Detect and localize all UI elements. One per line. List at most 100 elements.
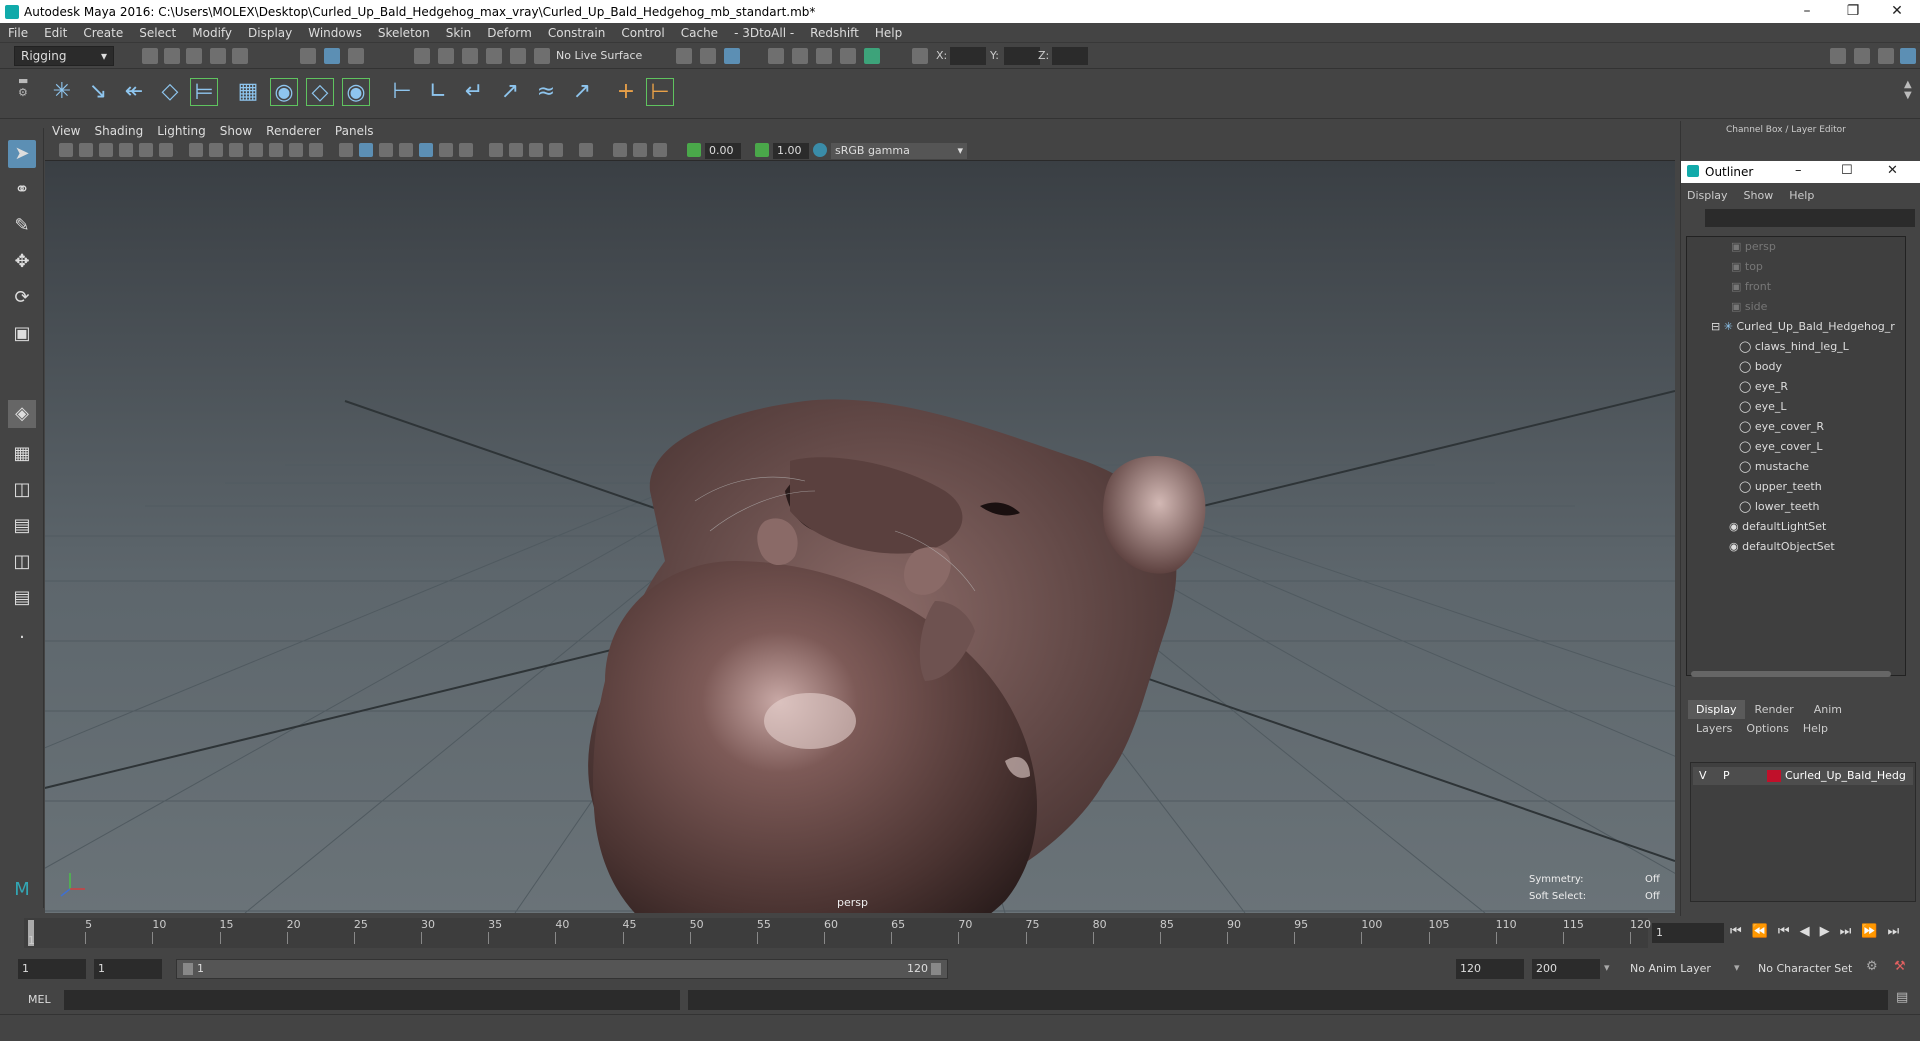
collapse-icon[interactable]: ⊟ bbox=[1711, 320, 1724, 333]
wireframe-on-shaded-icon[interactable] bbox=[379, 143, 393, 157]
outliner-item-eye-l[interactable]: ◯ eye_L bbox=[1739, 397, 1787, 417]
layer-menu-help[interactable]: Help bbox=[1803, 722, 1828, 735]
menu-select[interactable]: Select bbox=[131, 23, 184, 43]
range-handle-start[interactable] bbox=[183, 963, 193, 975]
outliner-item-top[interactable]: ▣ top bbox=[1731, 257, 1763, 277]
menu-windows[interactable]: Windows bbox=[300, 23, 370, 43]
isolate-select-icon[interactable] bbox=[579, 143, 593, 157]
parent-constraint-icon[interactable]: ≈ bbox=[532, 78, 560, 106]
z-field[interactable] bbox=[1052, 47, 1088, 65]
attribute-editor-icon[interactable] bbox=[1854, 48, 1870, 64]
step-forward-key-icon[interactable]: ⏩ bbox=[1861, 924, 1877, 939]
outliner-item-eye-cover-l[interactable]: ◯ eye_cover_L bbox=[1739, 437, 1823, 457]
outliner-maximize-button[interactable]: ☐ bbox=[1841, 163, 1853, 178]
current-frame-field[interactable]: 1 bbox=[1652, 923, 1724, 943]
menu-deform[interactable]: Deform bbox=[479, 23, 540, 43]
menu-edit[interactable]: Edit bbox=[36, 23, 75, 43]
mel-label[interactable]: MEL bbox=[28, 993, 51, 1006]
cluster-icon[interactable]: ◉ bbox=[270, 78, 298, 106]
new-scene-icon[interactable] bbox=[142, 48, 158, 64]
menu-cache[interactable]: Cache bbox=[673, 23, 726, 43]
outliner-menu-help[interactable]: Help bbox=[1789, 189, 1814, 202]
layer-visibility-toggle[interactable]: V bbox=[1699, 769, 1707, 782]
tool-settings-icon[interactable] bbox=[1878, 48, 1894, 64]
playback-start-field[interactable]: 1 bbox=[94, 959, 162, 979]
four-view-icon[interactable]: ▦ bbox=[8, 440, 36, 468]
hud-icon[interactable] bbox=[613, 143, 627, 157]
bind-skin-icon[interactable]: ⊨ bbox=[190, 78, 218, 106]
outliner-item-eye-r[interactable]: ◯ eye_R bbox=[1739, 377, 1788, 397]
vp-menu-lighting[interactable]: Lighting bbox=[150, 121, 213, 141]
outliner-menu-show[interactable]: Show bbox=[1744, 189, 1774, 202]
exposure-field[interactable]: 0.00 bbox=[705, 143, 741, 159]
shelf-menu-icon[interactable]: ▬ ⚙ bbox=[18, 75, 28, 99]
vp-menu-renderer[interactable]: Renderer bbox=[259, 121, 328, 141]
outliner-menu-display[interactable]: Display bbox=[1687, 189, 1728, 202]
chevron-down-icon[interactable]: ▾ bbox=[1734, 961, 1740, 974]
open-scene-icon[interactable] bbox=[164, 48, 180, 64]
color-space-dropdown[interactable]: sRGB gamma ▾ bbox=[831, 143, 967, 159]
character-key-icon[interactable]: ⚙ bbox=[1866, 959, 1878, 974]
frame-selected-icon[interactable] bbox=[653, 143, 667, 157]
wire-icon[interactable]: ◉ bbox=[342, 78, 370, 106]
menu-file[interactable]: File bbox=[0, 23, 36, 43]
outliner-horizontal-scrollbar[interactable] bbox=[1691, 671, 1891, 677]
two-view-icon[interactable]: ◫ bbox=[8, 476, 36, 504]
vp-menu-shading[interactable]: Shading bbox=[87, 121, 150, 141]
outliner-item-default-light-set[interactable]: ◉ defaultLightSet bbox=[1729, 517, 1826, 537]
menu-redshift[interactable]: Redshift bbox=[802, 23, 867, 43]
render-frame-icon[interactable] bbox=[792, 48, 808, 64]
play-backward-icon[interactable]: ◀ bbox=[1800, 924, 1810, 939]
gamma-field[interactable]: 1.00 bbox=[773, 143, 809, 159]
film-gate-icon[interactable] bbox=[209, 143, 223, 157]
close-button[interactable]: ✕ bbox=[1874, 0, 1920, 23]
render-settings-icon[interactable] bbox=[840, 48, 856, 64]
snap-view-icon[interactable] bbox=[486, 48, 502, 64]
time-slider[interactable]: 1 5 10 15 20 25 30 35 40 45 50 55 60 65 70 75 80 85 90 95 1… bbox=[0, 916, 1920, 950]
mirror-joint-icon[interactable]: ◇ bbox=[156, 78, 184, 106]
grid-toggle-icon[interactable] bbox=[189, 143, 203, 157]
camera-select-icon[interactable] bbox=[59, 143, 73, 157]
playback-end-field[interactable]: 120 bbox=[1456, 959, 1524, 979]
live-surface-label[interactable]: No Live Surface bbox=[556, 49, 642, 62]
select-hierarchy-icon[interactable] bbox=[300, 48, 316, 64]
chevron-down-icon[interactable]: ▾ bbox=[1604, 961, 1610, 974]
hypershade-layout-icon[interactable]: ▤ bbox=[8, 584, 36, 612]
layer-row[interactable]: V P Curled_Up_Bald_Hedg bbox=[1693, 767, 1913, 785]
frame-all-icon[interactable] bbox=[633, 143, 647, 157]
outliner-item-body[interactable]: ◯ body bbox=[1739, 357, 1782, 377]
ik-handle-icon[interactable]: ↘ bbox=[84, 78, 112, 106]
outliner-item-side[interactable]: ▣ side bbox=[1731, 297, 1767, 317]
outliner-item-lower-teeth[interactable]: ◯ lower_teeth bbox=[1739, 497, 1820, 517]
x-field[interactable] bbox=[950, 47, 986, 65]
range-bar[interactable]: 1 120 bbox=[176, 959, 948, 979]
use-lights-icon[interactable] bbox=[439, 143, 453, 157]
menu-display[interactable]: Display bbox=[240, 23, 300, 43]
outliner-item-claws[interactable]: ◯ claws_hind_leg_L bbox=[1739, 337, 1849, 357]
channel-box-icon[interactable] bbox=[1900, 48, 1916, 64]
menu-constrain[interactable]: Constrain bbox=[540, 23, 614, 43]
menu-3dtoall[interactable]: - 3DtoAll - bbox=[726, 23, 802, 43]
go-to-start-icon[interactable]: ⏮ bbox=[1730, 924, 1742, 939]
aim-constraint-icon[interactable]: ∟ bbox=[424, 78, 452, 106]
undo-icon[interactable] bbox=[210, 48, 226, 64]
shadows-icon[interactable] bbox=[459, 143, 473, 157]
paint-select-icon[interactable]: ✎ bbox=[8, 212, 36, 240]
range-end-field[interactable]: 200 bbox=[1532, 959, 1600, 979]
camera-attributes-icon[interactable] bbox=[79, 143, 93, 157]
menu-skin[interactable]: Skin bbox=[438, 23, 480, 43]
transform-mode-icon[interactable] bbox=[912, 48, 928, 64]
wireframe-icon[interactable] bbox=[339, 143, 353, 157]
tab-anim[interactable]: Anim bbox=[1804, 700, 1852, 719]
safe-title-icon[interactable] bbox=[309, 143, 323, 157]
grease-pencil-icon[interactable] bbox=[159, 143, 173, 157]
outliner-item-mustache[interactable]: ◯ mustache bbox=[1739, 457, 1809, 477]
outliner-minimize-button[interactable]: – bbox=[1795, 163, 1802, 178]
tab-display[interactable]: Display bbox=[1688, 699, 1745, 719]
bookmark-icon[interactable] bbox=[99, 143, 113, 157]
step-back-frame-icon[interactable]: ⏮ bbox=[1778, 924, 1790, 939]
layout-more-icon[interactable]: · bbox=[8, 624, 36, 652]
resolution-gate-icon[interactable] bbox=[229, 143, 243, 157]
single-view-icon[interactable]: ◈ bbox=[8, 400, 36, 428]
range-handle-end[interactable] bbox=[931, 963, 941, 975]
